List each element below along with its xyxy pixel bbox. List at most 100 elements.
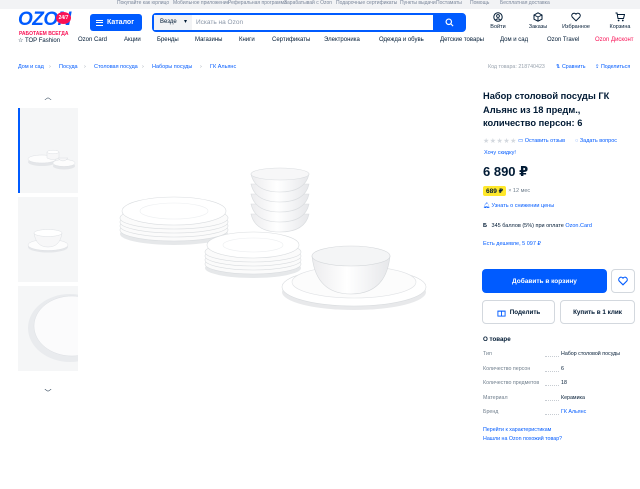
spec-value: Керамика — [561, 395, 585, 401]
product-main-image[interactable] — [110, 160, 450, 320]
thumbnail[interactable] — [18, 286, 78, 371]
menu-icon — [96, 19, 103, 26]
top-link[interactable]: Пункты выдачи — [400, 0, 436, 6]
catalog-label: Каталог — [107, 19, 135, 26]
top-link[interactable]: Мобильное приложение — [173, 0, 229, 6]
add-to-cart-button[interactable]: Добавить в корзину — [482, 269, 607, 293]
top-link[interactable]: Покупайте как юрлицо — [117, 0, 169, 6]
brand-link[interactable]: ГК Альянс — [561, 409, 586, 415]
favorites-label: Избранное — [562, 24, 590, 30]
top-link[interactable]: Постаматы — [436, 0, 462, 6]
cheaper-offer-link[interactable]: Есть дешевле, 5 097 ₽ — [483, 241, 541, 247]
category-nav: ☆ TOP Fashion Ozon Card Акции Бренды Маг… — [0, 37, 640, 47]
spec-row: Бренд ГК Альянс — [483, 409, 633, 419]
product-price: 6 890 ₽ — [483, 164, 529, 179]
orders-button[interactable]: Заказы — [518, 12, 558, 30]
nav-item[interactable]: Магазины — [195, 37, 222, 43]
top-links-bar: Покупайте как юрлицо Мобильное приложени… — [0, 0, 640, 9]
breadcrumb-separator: › — [49, 64, 51, 70]
breadcrumb-item[interactable]: ГК Альянс — [210, 64, 236, 70]
top-link[interactable]: Бесплатная доставка — [500, 0, 550, 6]
spec-key: Количество предметов — [483, 380, 560, 386]
bell-icon: 🔔︎ — [483, 203, 490, 209]
bonus-text: при оплате — [535, 223, 564, 229]
nav-item[interactable]: Электроника — [324, 37, 360, 43]
search-scope-select[interactable]: Везде — [154, 15, 192, 30]
price-drop-notify-link[interactable]: 🔔︎ Узнать о снижении цены — [483, 203, 554, 209]
spec-key: Бренд — [483, 409, 561, 415]
spec-row: Материал Керамика — [483, 395, 633, 405]
top-link[interactable]: Зарабатывай с Ozon — [284, 0, 332, 6]
rating-stars: ★★★★★ — [483, 138, 517, 145]
breadcrumb-separator: › — [142, 64, 144, 70]
nav-item-discount[interactable]: Ozon Дисконт — [595, 37, 634, 43]
share-button[interactable]: Поделить — [482, 300, 555, 324]
spec-row: Количество предметов 18 — [483, 380, 633, 390]
breadcrumb-item[interactable]: Столовая посуда — [94, 64, 138, 70]
chevron-down-icon: ﹀ — [44, 390, 52, 397]
bonus-info: Б 345 баллов (5%) при оплате Ozon.Card — [483, 223, 592, 229]
found-cheaper-link[interactable]: Нашли на Ozon похожий товар? — [483, 436, 562, 442]
buy-one-click-button[interactable]: Купить в 1 клик — [560, 300, 635, 324]
nav-item[interactable]: Дом и сад — [500, 37, 528, 43]
cart-icon — [615, 12, 625, 22]
top-link[interactable]: Помощь — [470, 0, 489, 6]
search-button[interactable] — [433, 13, 465, 32]
thumbnail[interactable] — [18, 108, 78, 193]
compare-link[interactable]: ⇅ Сравнить — [556, 64, 586, 70]
top-link[interactable]: Подарочные сертификаты — [336, 0, 397, 6]
nav-item[interactable]: Акции — [124, 37, 141, 43]
breadcrumb-separator: › — [84, 64, 86, 70]
breadcrumb-item[interactable]: Наборы посуды — [152, 64, 192, 70]
spec-value: Набор столовой посуды — [561, 351, 621, 357]
top-link[interactable]: Реферальная программа — [228, 0, 287, 6]
nav-item[interactable]: Одежда и обувь — [379, 37, 424, 43]
leave-review-link[interactable]: ▭ Оставить отзыв — [518, 138, 565, 144]
bowl-plate-thumbnail — [27, 229, 69, 253]
cart-button[interactable]: Корзина — [600, 12, 640, 30]
spec-row: Количество персон 6 — [483, 366, 633, 376]
nav-item[interactable]: Книги — [239, 37, 255, 43]
spec-row: Тип Набор столовой посуды — [483, 351, 633, 361]
go-to-specs-link[interactable]: Перейти к характеристикам — [483, 427, 551, 433]
nav-item-top-fashion[interactable]: ☆ TOP Fashion — [18, 37, 60, 44]
thumbnails-up-button[interactable]: ︿ — [18, 90, 78, 104]
question-icon: ◌ — [575, 138, 579, 144]
breadcrumb-item[interactable]: Посуда — [59, 64, 78, 70]
breadcrumb-separator: › — [200, 64, 202, 70]
heart-icon — [571, 12, 581, 22]
breadcrumb-item[interactable]: Дом и сад — [18, 64, 44, 70]
spec-key: Тип — [483, 351, 558, 357]
want-discount-link[interactable]: Хочу скидку! — [484, 150, 516, 156]
spec-key: Количество персон — [483, 366, 560, 372]
nav-item[interactable]: Ozon Card — [78, 37, 107, 43]
add-to-favorites-button[interactable] — [611, 269, 635, 293]
share-icon: ⇪ — [595, 64, 600, 70]
share-button-label: Поделить — [509, 308, 541, 316]
share-link[interactable]: ⇪ Поделиться — [595, 64, 630, 70]
spec-key: Материал — [483, 395, 558, 401]
thumbnails-down-button[interactable]: ﹀ — [18, 386, 78, 400]
favorites-button[interactable]: Избранное — [556, 12, 596, 30]
thumbnail[interactable] — [18, 197, 78, 282]
nav-item[interactable]: Детские товары — [440, 37, 484, 43]
installment-term: × 12 мес — [508, 187, 531, 194]
product-title: Набор столовой посуды ГК Альянс из 18 пр… — [483, 91, 610, 128]
search-icon — [444, 18, 454, 27]
ozon-card-link[interactable]: Ozon.Card — [565, 223, 592, 229]
ozon-logo[interactable]: OZON 24/7 РАБОТАЕМ ВСЕГДА — [18, 9, 76, 38]
search-input[interactable] — [196, 15, 426, 30]
nav-item[interactable]: Сертификаты — [272, 37, 310, 43]
dinnerware-thumbnail — [27, 149, 76, 170]
spec-value: 18 — [561, 380, 567, 386]
installment-offer[interactable]: 689 ₽ × 12 мес — [483, 182, 531, 196]
ask-question-link[interactable]: ◌ Задать вопрос — [575, 138, 617, 144]
cart-label: Корзина — [609, 24, 631, 30]
heart-icon — [618, 276, 628, 286]
catalog-button[interactable]: Каталог — [90, 14, 142, 31]
nav-item[interactable]: Ozon Travel — [547, 37, 579, 43]
login-button[interactable]: Войти — [478, 12, 518, 30]
spec-value: 6 — [561, 366, 564, 372]
nav-item[interactable]: Бренды — [157, 37, 179, 43]
star-icon: ☆ — [18, 38, 24, 44]
